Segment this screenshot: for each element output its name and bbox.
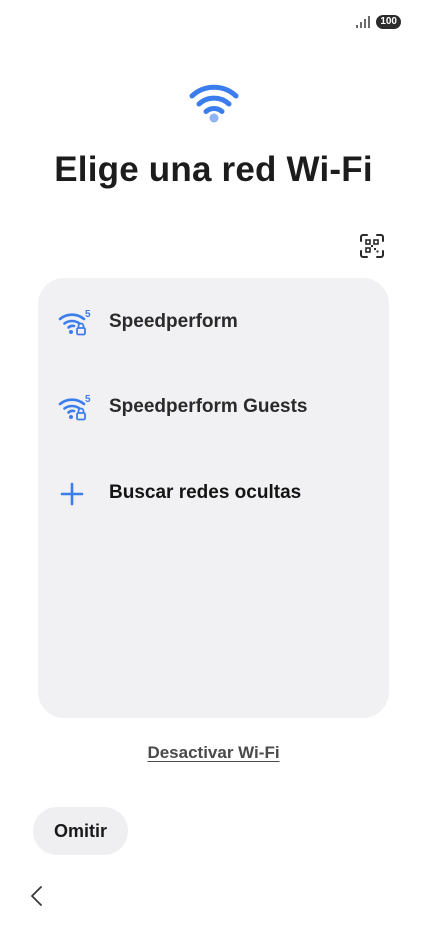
qr-code-scan-icon	[359, 233, 385, 264]
band-label: 5	[85, 309, 91, 320]
status-bar: 100	[356, 14, 401, 30]
network-name: Speedperform Guests	[109, 396, 308, 417]
qr-code-scan-button[interactable]	[358, 233, 386, 264]
wifi-5ghz-locked-icon: 5	[58, 308, 92, 336]
disable-wifi-link[interactable]: Desactivar Wi-Fi	[0, 743, 427, 763]
signal-bars-icon	[356, 16, 371, 28]
search-hidden-networks-label: Buscar redes ocultas	[109, 482, 302, 503]
network-item[interactable]: 5 Speedperform	[38, 294, 389, 350]
chevron-left-icon	[26, 886, 50, 912]
wifi-5ghz-locked-icon: 5	[58, 393, 92, 421]
network-item[interactable]: 5 Speedperform Guests	[38, 379, 389, 435]
page-title: Elige una red Wi-Fi	[54, 150, 373, 189]
search-hidden-networks-button[interactable]: Buscar redes ocultas	[38, 465, 389, 521]
network-name: Speedperform	[109, 311, 238, 332]
network-list: 5 Speedperform 5 Speedperform Guests Bus…	[38, 278, 389, 718]
back-button[interactable]	[26, 884, 50, 908]
battery-indicator: 100	[376, 15, 401, 29]
skip-button[interactable]: Omitir	[33, 807, 128, 855]
band-label: 5	[85, 394, 91, 405]
wifi-icon	[187, 80, 241, 124]
plus-icon	[58, 479, 92, 507]
